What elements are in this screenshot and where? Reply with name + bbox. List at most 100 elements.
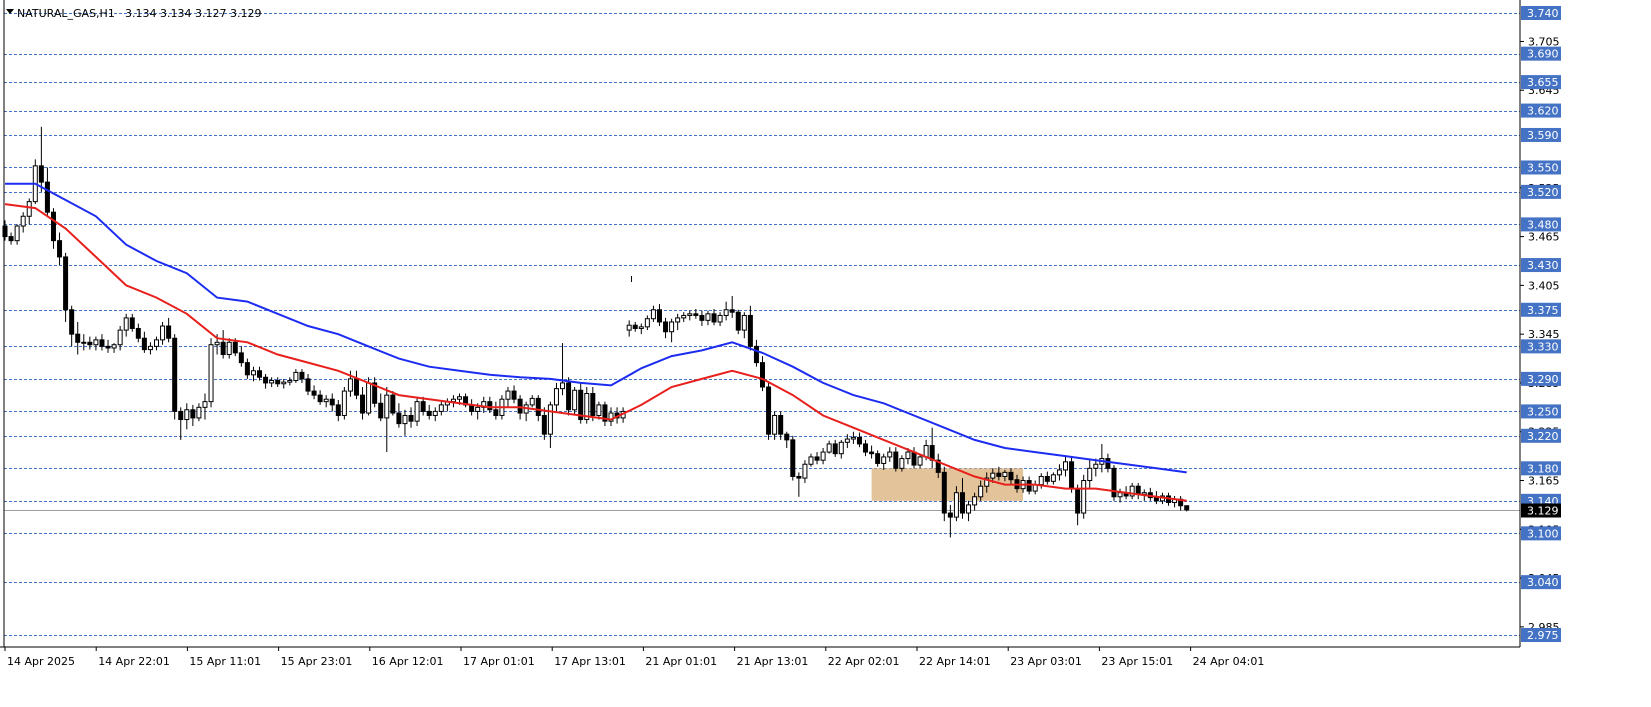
candle-body	[626, 324, 632, 331]
candle-body	[705, 313, 711, 321]
candle-body	[20, 215, 26, 227]
candle-body	[881, 456, 887, 464]
candle-body	[1184, 505, 1190, 511]
candle-body	[160, 325, 166, 341]
candle-body	[553, 388, 559, 406]
candle-body	[953, 492, 959, 518]
candle-body	[457, 396, 462, 400]
candle-body	[766, 386, 772, 435]
level-tag-label: 3.740	[1527, 7, 1559, 20]
candle-body	[790, 439, 796, 477]
candle-body	[1135, 485, 1141, 495]
candle-body	[566, 382, 572, 411]
candle-body	[244, 362, 250, 376]
candle-body	[111, 344, 117, 349]
candle-body	[402, 414, 408, 425]
candle-body	[269, 380, 275, 384]
level-tag-label: 3.250	[1527, 405, 1559, 418]
candle-body	[978, 485, 984, 498]
candle-body	[778, 414, 784, 435]
candle-body	[1002, 471, 1008, 477]
candle-body	[50, 211, 56, 242]
candle-body	[347, 378, 353, 392]
candle-body	[711, 313, 717, 323]
candle-body	[1075, 488, 1081, 514]
candle-body	[1026, 480, 1032, 492]
candle-body	[238, 352, 244, 364]
candle-body	[123, 317, 129, 331]
candle-body	[875, 453, 881, 464]
candle-body	[317, 394, 323, 403]
candle	[208, 338, 214, 408]
candle-body	[560, 382, 566, 390]
price-chart[interactable]: 3.7053.6453.5253.4653.4053.3453.2853.225…	[0, 0, 1651, 707]
candle-body	[93, 339, 99, 346]
current-price-label: 3.129	[1527, 505, 1559, 518]
level-tag-label: 3.375	[1527, 304, 1559, 317]
candle-body	[547, 404, 553, 435]
candle-body	[669, 321, 675, 333]
candle	[172, 334, 178, 420]
candle-body	[917, 456, 923, 466]
candle-body	[1008, 471, 1014, 481]
x-tick-label: 24 Apr 04:01	[1193, 655, 1265, 668]
candle-body	[190, 409, 196, 419]
candle-body	[14, 225, 20, 242]
candle-body	[57, 240, 63, 258]
candle-body	[226, 341, 232, 355]
candle	[1111, 465, 1117, 501]
candle-body	[850, 436, 856, 440]
candle	[414, 396, 420, 427]
ohlc-values: 3.134 3.134 3.127 3.129	[125, 7, 261, 20]
level-tag-label: 3.100	[1527, 527, 1559, 540]
candle-body	[105, 345, 111, 349]
candle-body	[541, 414, 547, 435]
candle-body	[1081, 480, 1087, 514]
candle-body	[438, 404, 444, 412]
candle-body	[529, 397, 535, 406]
chart-background	[0, 0, 1651, 707]
candle-body	[281, 381, 287, 385]
candle-body	[826, 443, 832, 453]
candle-body	[1087, 467, 1093, 482]
candle-body	[487, 401, 493, 411]
candle-body	[414, 401, 420, 422]
candle-body	[69, 309, 75, 335]
candle-body	[535, 397, 541, 416]
x-tick-label: 22 Apr 14:01	[919, 655, 991, 668]
y-tick-label: 3.405	[1528, 279, 1560, 292]
candle-body	[154, 339, 159, 347]
candle	[735, 309, 741, 335]
candle-body	[384, 394, 390, 419]
level-tag-label: 3.620	[1527, 105, 1559, 118]
candle-body	[796, 475, 802, 479]
candle-body	[475, 406, 481, 412]
candle-body	[44, 181, 50, 213]
candle-body	[341, 390, 347, 416]
x-tick-label: 17 Apr 01:01	[463, 655, 535, 668]
candle-body	[232, 341, 238, 354]
level-tag-label: 3.430	[1527, 259, 1559, 272]
candle-body	[184, 409, 190, 421]
candle-body	[178, 410, 184, 421]
candle-body	[966, 504, 972, 514]
chart-header: NATURAL_GAS,H1 3.134 3.134 3.127 3.129	[6, 7, 261, 20]
level-tag-label: 3.180	[1527, 462, 1559, 475]
candle-body	[747, 314, 753, 347]
x-tick-label: 23 Apr 15:01	[1101, 655, 1173, 668]
candle-body	[8, 236, 14, 242]
candle-body	[432, 410, 438, 416]
candle	[1081, 474, 1087, 519]
candle-body	[263, 376, 269, 384]
candle	[390, 391, 396, 416]
candle-body	[905, 451, 911, 460]
candle-body	[26, 201, 32, 217]
candle-body	[408, 414, 414, 422]
candle-body	[959, 492, 965, 514]
candle	[1069, 456, 1075, 493]
candle-body	[590, 393, 596, 416]
candle-body	[214, 341, 220, 346]
candle-body	[517, 398, 523, 414]
x-tick-label: 22 Apr 02:01	[828, 655, 900, 668]
candle-body	[147, 345, 153, 351]
